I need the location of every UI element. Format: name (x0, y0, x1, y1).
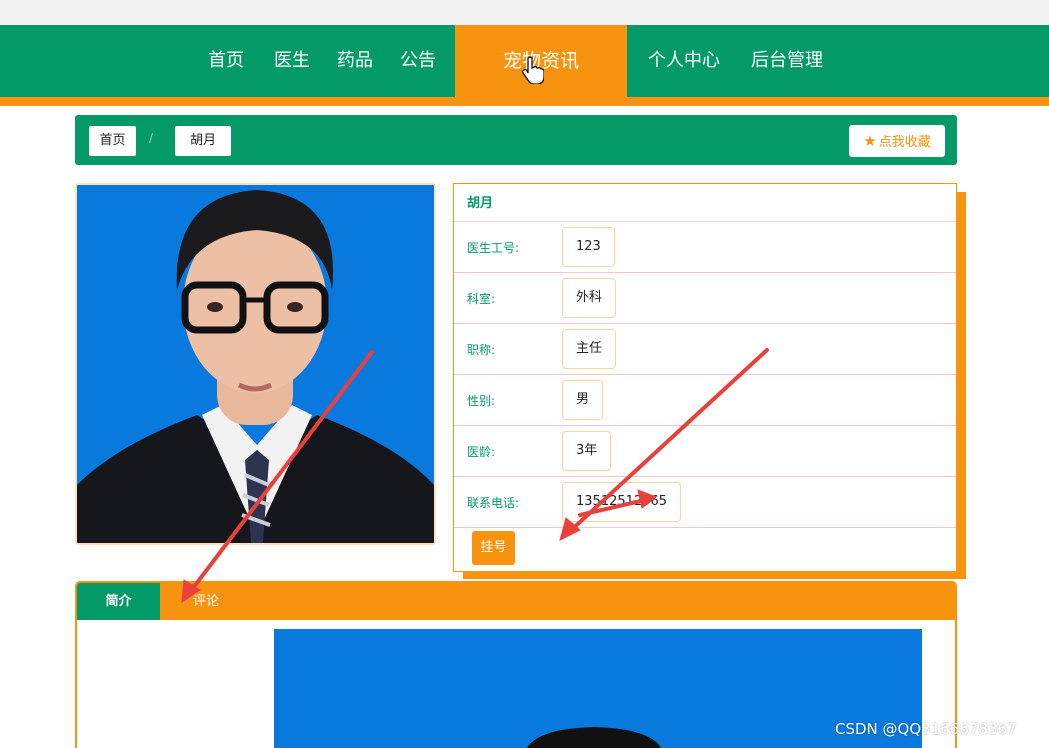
nav-notice[interactable]: 公告 (395, 25, 441, 97)
breadcrumb-current[interactable]: 胡月 (175, 126, 231, 156)
info-value: 123 (562, 227, 615, 267)
nav-personal-center[interactable]: 个人中心 (642, 25, 726, 97)
info-label: 联系电话: (467, 496, 520, 510)
hand-cursor-icon (522, 56, 544, 84)
info-row-id: 医生工号: 123 (454, 222, 956, 273)
info-row-title: 职称: 主任 (454, 324, 956, 375)
nav-home[interactable]: 首页 (203, 25, 249, 97)
doctor-info-card: 胡月 医生工号: 123 科室: 外科 职称: 主任 性别: 男 医龄: 3年 … (453, 183, 957, 572)
nav-admin[interactable]: 后台管理 (745, 25, 829, 97)
info-row-experience: 医龄: 3年 (454, 426, 956, 477)
doctor-name: 胡月 (454, 184, 956, 222)
favorite-button[interactable]: ★ 点我收藏 (849, 125, 945, 157)
star-icon: ★ (863, 132, 877, 150)
tab-intro[interactable]: 简介 (77, 583, 160, 620)
browser-top-strip (0, 0, 1049, 25)
info-value: 3年 (562, 431, 612, 471)
navbar-underline (0, 97, 1049, 106)
info-value: 男 (562, 380, 604, 420)
info-label: 性别: (467, 394, 496, 408)
info-label: 医生工号: (467, 241, 520, 255)
info-label: 科室: (467, 292, 496, 306)
info-row-phone: 联系电话: 13512512565 (454, 477, 956, 528)
info-label: 职称: (467, 343, 496, 357)
info-value: 主任 (562, 329, 617, 369)
intro-photo (274, 629, 922, 748)
watermark-text: CSDN @QQ3166678367 (835, 720, 1017, 738)
info-row-gender: 性别: 男 (454, 375, 956, 426)
tab-comments[interactable]: 评论 (161, 583, 251, 620)
info-value: 外科 (562, 278, 617, 318)
breadcrumb-separator: / (149, 131, 154, 145)
nav-medicine[interactable]: 药品 (332, 25, 378, 97)
doctor-photo (75, 183, 436, 545)
nav-doctor[interactable]: 医生 (269, 25, 315, 97)
favorite-label: 点我收藏 (878, 135, 931, 150)
info-value: 13512512565 (562, 482, 681, 522)
info-row-department: 科室: 外科 (454, 273, 956, 324)
info-label: 医龄: (467, 445, 496, 459)
breadcrumb-home[interactable]: 首页 (89, 126, 136, 156)
register-button[interactable]: 挂号 (472, 531, 515, 565)
